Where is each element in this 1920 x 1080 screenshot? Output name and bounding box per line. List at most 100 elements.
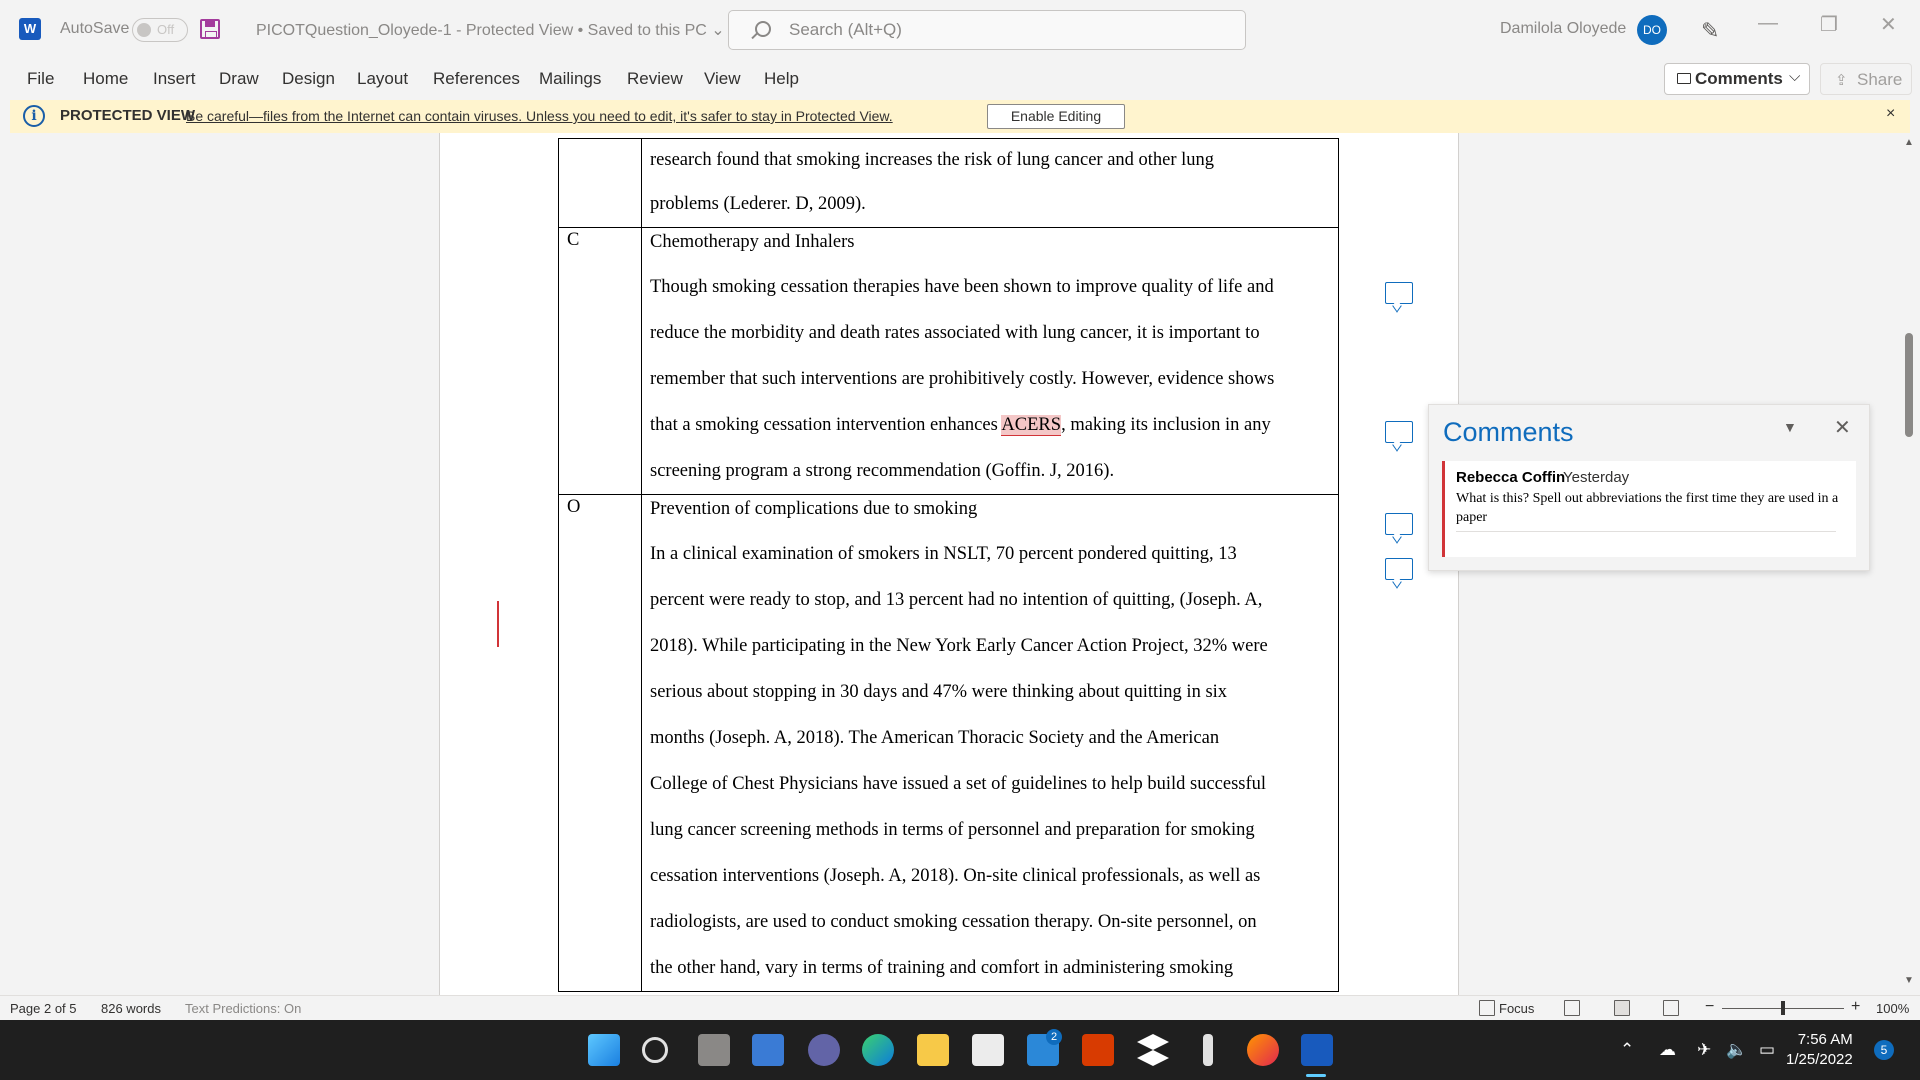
tab-layout[interactable]: Layout xyxy=(357,69,408,89)
dropbox-icon[interactable] xyxy=(1137,1034,1169,1066)
edge-icon[interactable] xyxy=(862,1034,894,1066)
protected-view-title: PROTECTED VIEW xyxy=(60,107,196,124)
comment-icon xyxy=(1677,73,1691,84)
onedrive-icon[interactable]: ☁ xyxy=(1659,1040,1676,1060)
clock-date: 1/25/2022 xyxy=(1786,1051,1853,1068)
tab-references[interactable]: References xyxy=(433,69,520,89)
tab-file[interactable]: File xyxy=(27,69,54,89)
notification-badge[interactable]: 5 xyxy=(1874,1040,1894,1060)
start-icon[interactable] xyxy=(588,1034,620,1066)
restore-button[interactable]: ❐ xyxy=(1820,12,1838,37)
firefox-icon[interactable] xyxy=(1247,1034,1279,1066)
table-cell-letter[interactable]: C xyxy=(558,227,642,495)
commented-text-highlight[interactable]: ACERS xyxy=(1001,415,1062,436)
zoom-level[interactable]: 100% xyxy=(1876,1001,1909,1016)
paragraph-line: screening program a strong recommendatio… xyxy=(650,461,1115,481)
task-view-icon[interactable] xyxy=(698,1034,730,1066)
store-icon[interactable] xyxy=(972,1034,1004,1066)
taskbar: 2 ⌃ ☁ ✈ 🔈 ▭ 7:56 AM 1/25/2022 5 xyxy=(0,1020,1920,1080)
tab-review[interactable]: Review xyxy=(627,69,683,89)
table-cell-content[interactable]: research found that smoking increases th… xyxy=(641,138,1339,228)
clock[interactable]: 7:56 AM 1/25/2022 xyxy=(1786,1030,1853,1070)
zoom-in-button[interactable]: + xyxy=(1851,998,1860,1016)
paragraph-line: 2018). While participating in the New Yo… xyxy=(650,636,1268,656)
tab-draw[interactable]: Draw xyxy=(219,69,259,89)
office-icon[interactable] xyxy=(1082,1034,1114,1066)
revision-bar xyxy=(497,601,499,647)
tab-mailings[interactable]: Mailings xyxy=(539,69,601,89)
toggle-knob xyxy=(137,23,151,37)
focus-icon[interactable] xyxy=(1479,1000,1495,1016)
close-button[interactable]: ✕ xyxy=(1880,12,1897,37)
comment-text: What is this? Spell out abbreviations th… xyxy=(1456,491,1839,525)
chevron-up-icon[interactable]: ⌃ xyxy=(1620,1040,1634,1060)
tab-home[interactable]: Home xyxy=(83,69,128,89)
volume-icon[interactable]: 🔈 xyxy=(1726,1040,1747,1060)
protected-view-message-link[interactable]: Be careful—files from the Internet can c… xyxy=(186,108,893,124)
enable-editing-button[interactable]: Enable Editing xyxy=(987,104,1125,129)
widgets-icon[interactable] xyxy=(752,1034,784,1066)
print-layout-icon[interactable] xyxy=(1614,1000,1630,1016)
section-heading: Chemotherapy and Inhalers xyxy=(650,232,855,252)
comment-marker-icon[interactable] xyxy=(1385,421,1413,443)
title-bar: W AutoSave Off PICOTQuestion_Oloyede-1 -… xyxy=(0,0,1920,60)
tab-design[interactable]: Design xyxy=(282,69,335,89)
autosave-toggle[interactable]: Off xyxy=(132,18,188,42)
comment-marker-icon[interactable] xyxy=(1385,282,1413,304)
table-cell-content[interactable]: Prevention of complications due to smoki… xyxy=(641,494,1339,992)
tab-help[interactable]: Help xyxy=(764,69,799,89)
scroll-down-icon[interactable]: ▼ xyxy=(1904,975,1914,986)
paragraph-line: percent were ready to stop, and 13 perce… xyxy=(650,590,1263,610)
user-name[interactable]: Damilola Oloyede xyxy=(1500,20,1626,38)
table-cell-letter[interactable]: O xyxy=(558,494,642,992)
focus-label[interactable]: Focus xyxy=(1499,1001,1534,1016)
divider xyxy=(1456,531,1836,532)
share-button[interactable]: ⇪ Share xyxy=(1820,63,1912,95)
word-taskbar-icon[interactable] xyxy=(1301,1034,1333,1066)
word-count[interactable]: 826 words xyxy=(101,1001,161,1016)
ribbon-tabs: File Home Insert Draw Design Layout Refe… xyxy=(0,60,1920,100)
zoom-slider-thumb[interactable] xyxy=(1781,1001,1785,1015)
document-area: research found that smoking increases th… xyxy=(0,133,1920,995)
search-icon xyxy=(755,21,771,37)
share-button-label: Share xyxy=(1857,70,1903,89)
chevron-down-icon: ⌵ xyxy=(1789,68,1801,85)
chevron-down-icon[interactable]: ▼ xyxy=(1783,419,1797,435)
text-predictions-status[interactable]: Text Predictions: On xyxy=(185,1001,301,1016)
pen-icon[interactable]: ✎ xyxy=(1701,18,1719,44)
file-explorer-icon[interactable] xyxy=(917,1034,949,1066)
comment-card[interactable]: Rebecca Coffin Yesterday What is this? S… xyxy=(1442,461,1856,557)
paragraph-line: months (Joseph. A, 2018). The American T… xyxy=(650,728,1220,748)
table-cell-content[interactable]: Chemotherapy and Inhalers Though smoking… xyxy=(641,227,1339,495)
avatar[interactable]: DO xyxy=(1637,15,1667,45)
comments-button[interactable]: Comments ⌵ xyxy=(1664,63,1810,95)
info-icon: i xyxy=(23,105,45,127)
document-title[interactable]: PICOTQuestion_Oloyede-1 - Protected View… xyxy=(256,20,725,40)
app-icon[interactable] xyxy=(1203,1034,1213,1066)
paragraph-line: research found that smoking increases th… xyxy=(650,150,1215,170)
comment-marker-icon[interactable] xyxy=(1385,513,1413,535)
battery-icon[interactable]: ▭ xyxy=(1759,1040,1775,1060)
save-icon[interactable] xyxy=(200,19,220,39)
comment-marker-icon[interactable] xyxy=(1385,558,1413,580)
page-count[interactable]: Page 2 of 5 xyxy=(10,1001,77,1016)
minimize-button[interactable]: — xyxy=(1758,12,1778,35)
paragraph-line: lung cancer screening methods in terms o… xyxy=(650,820,1255,840)
airplane-icon[interactable]: ✈ xyxy=(1697,1040,1711,1060)
tab-view[interactable]: View xyxy=(704,69,741,89)
search-box[interactable]: Search (Alt+Q) xyxy=(728,10,1246,50)
tab-insert[interactable]: Insert xyxy=(153,69,196,89)
scroll-thumb[interactable] xyxy=(1905,333,1913,437)
vertical-scrollbar[interactable]: ▲ ▼ xyxy=(1900,133,1920,995)
scroll-up-icon[interactable]: ▲ xyxy=(1904,137,1914,148)
mail-badge: 2 xyxy=(1046,1029,1062,1045)
close-icon[interactable]: ✕ xyxy=(1834,415,1851,440)
comment-time: Yesterday xyxy=(1563,469,1630,486)
table-cell-letter[interactable] xyxy=(558,138,642,228)
close-protected-bar-icon[interactable]: × xyxy=(1886,105,1895,123)
search-icon[interactable] xyxy=(642,1037,668,1063)
web-layout-icon[interactable] xyxy=(1663,1000,1679,1016)
read-mode-icon[interactable] xyxy=(1564,1000,1580,1016)
chat-icon[interactable] xyxy=(808,1034,840,1066)
zoom-out-button[interactable]: − xyxy=(1705,998,1714,1016)
